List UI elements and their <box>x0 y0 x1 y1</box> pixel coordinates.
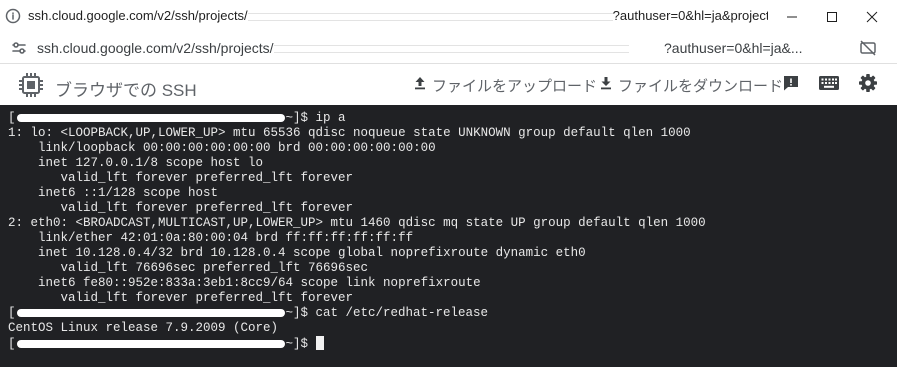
terminal-cursor <box>315 336 324 350</box>
terminal-output-line: 1: lo: <LOOPBACK,UP,LOWER_UP> mtu 65536 … <box>8 126 706 141</box>
minimize-button[interactable] <box>772 0 812 33</box>
site-info-icon <box>5 8 21 24</box>
terminal-prompt-line: [ ~]$ ip a <box>8 111 706 126</box>
redacted-region <box>247 12 613 21</box>
download-file-button[interactable]: ファイルをダウンロード <box>598 74 783 96</box>
ssh-toolbar: ブラウザでの SSH ファイルをアップロード ファイルをダウンロード <box>0 63 897 106</box>
output-text: inet6 fe80::952e:833a:3eb1:8cc9/64 scope… <box>8 276 481 290</box>
output-text: valid_lft 76696sec preferred_lft 76696se… <box>8 261 369 275</box>
terminal-output-line: valid_lft 76696sec preferred_lft 76696se… <box>8 261 706 276</box>
terminal-output-line: valid_lft forever preferred_lft forever <box>8 291 706 306</box>
terminal-output-line: inet 127.0.0.1/8 scope host lo <box>8 156 706 171</box>
url-text[interactable]: ssh.cloud.google.com/v2/ssh/projects/ <box>37 40 629 56</box>
address-bar[interactable]: ssh.cloud.google.com/v2/ssh/projects/ ?a… <box>0 33 897 63</box>
output-text: inet 10.128.0.4/32 brd 10.128.0.4 scope … <box>8 246 586 260</box>
output-text: CentOS Linux release 7.9.2009 (Core) <box>8 321 279 335</box>
command-text: ip a <box>315 111 346 125</box>
prompt-close: ~]$ <box>285 337 316 351</box>
terminal-output-line: inet6 fe80::952e:833a:3eb1:8cc9/64 scope… <box>8 276 706 291</box>
output-text: link/ether 42:01:0a:80:00:04 brd ff:ff:f… <box>8 231 414 245</box>
app-title: ブラウザでの SSH <box>55 81 197 100</box>
feedback-icon <box>781 73 801 98</box>
redacted-hostname <box>16 339 285 348</box>
terminal-output-line: inet6 ::1/128 scope host <box>8 186 706 201</box>
output-text: 2: eth0: <BROADCAST,MULTICAST,UP,LOWER_U… <box>8 216 706 230</box>
output-text: inet 127.0.0.1/8 scope host lo <box>8 156 264 170</box>
feedback-button[interactable] <box>780 74 802 96</box>
window-title-bar: ssh.cloud.google.com/v2/ssh/projects/ ?au… <box>0 0 897 33</box>
upload-file-button[interactable]: ファイルをアップロード <box>412 74 597 96</box>
upload-icon <box>412 75 432 95</box>
download-icon <box>598 75 618 95</box>
window-title: ssh.cloud.google.com/v2/ssh/projects/ ?au… <box>28 8 768 23</box>
upload-label: ファイルをアップロード <box>432 77 598 95</box>
redacted-region <box>273 45 629 54</box>
output-text: 1: lo: <LOOPBACK,UP,LOWER_UP> mtu 65536 … <box>8 126 691 140</box>
window-title-suffix: ?authuser=0&hl=ja&project... <box>612 8 768 23</box>
output-text: inet6 ::1/128 scope host <box>8 186 219 200</box>
redacted-hostname <box>16 308 285 317</box>
redacted-hostname <box>16 113 285 122</box>
output-text: valid_lft forever preferred_lft forever <box>8 171 354 185</box>
terminal-output-line: link/loopback 00:00:00:00:00:00 brd 00:0… <box>8 141 706 156</box>
keyboard-button[interactable] <box>818 74 840 96</box>
terminal-output-line: inet 10.128.0.4/32 brd 10.128.0.4 scope … <box>8 246 706 261</box>
terminal-output-line: link/ether 42:01:0a:80:00:04 brd ff:ff:f… <box>8 231 706 246</box>
close-button[interactable] <box>852 0 892 33</box>
terminal-output-line: valid_lft forever preferred_lft forever <box>8 201 706 216</box>
terminal[interactable]: [ ~]$ ip a 1: lo: <LOOPBACK,UP,LOWER_UP> m… <box>0 105 897 367</box>
prompt-close: ~]$ <box>285 306 316 320</box>
output-text: link/loopback 00:00:00:00:00:00 brd 00:0… <box>8 141 436 155</box>
keyboard-icon <box>818 75 840 96</box>
eye-off-icon[interactable] <box>858 38 878 58</box>
settings-button[interactable] <box>857 73 879 98</box>
terminal-prompt-line: [ ~]$ <box>8 336 706 351</box>
terminal-output: [ ~]$ ip a 1: lo: <LOOPBACK,UP,LOWER_UP> m… <box>8 111 706 351</box>
site-settings-icon[interactable] <box>10 39 28 57</box>
terminal-prompt-line: [ ~]$ cat /etc/redhat-release <box>8 306 706 321</box>
command-text: cat /etc/redhat-release <box>315 306 489 320</box>
prompt-open: [ <box>8 337 16 351</box>
terminal-output-line: CentOS Linux release 7.9.2009 (Core) <box>8 321 706 336</box>
url-suffix: ?authuser=0&hl=ja&... <box>664 40 803 56</box>
output-text: valid_lft forever preferred_lft forever <box>8 201 354 215</box>
prompt-open: [ <box>8 306 16 320</box>
chip-icon <box>18 72 44 98</box>
maximize-button[interactable] <box>812 0 852 33</box>
prompt-close: ~]$ <box>285 111 316 125</box>
download-label: ファイルをダウンロード <box>618 77 784 95</box>
terminal-output-line: valid_lft forever preferred_lft forever <box>8 171 706 186</box>
terminal-output-line: 2: eth0: <BROADCAST,MULTICAST,UP,LOWER_U… <box>8 216 706 231</box>
url-prefix: ssh.cloud.google.com/v2/ssh/projects/ <box>37 40 274 56</box>
window-title-prefix: ssh.cloud.google.com/v2/ssh/projects/ <box>28 8 248 23</box>
gear-icon <box>858 73 878 98</box>
output-text: valid_lft forever preferred_lft forever <box>8 291 354 305</box>
prompt-open: [ <box>8 111 16 125</box>
